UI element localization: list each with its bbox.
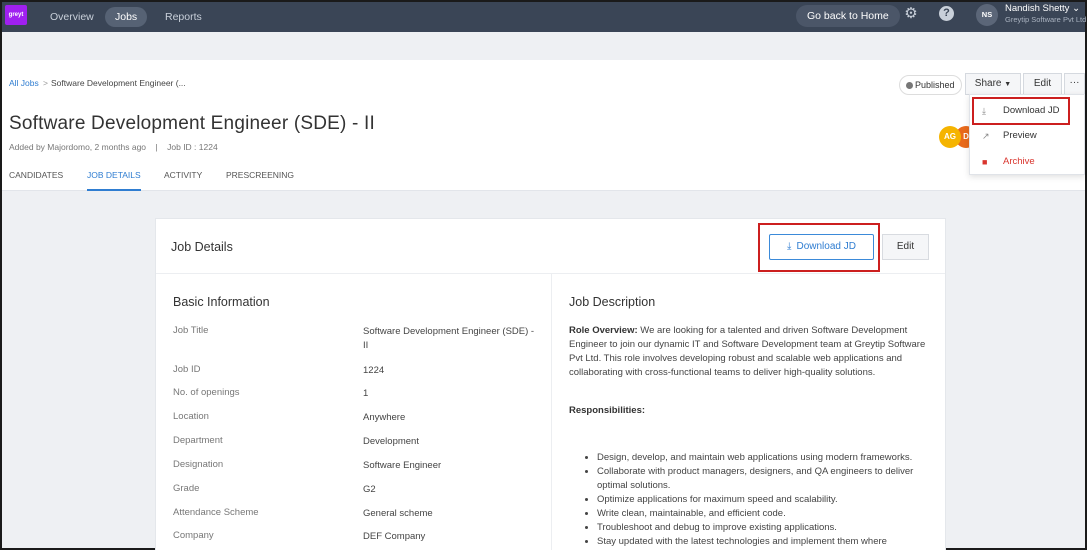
- caret-down-icon: ▼: [1004, 81, 1012, 88]
- job-header: All Jobs > Software Development Engineer…: [2, 60, 1085, 191]
- field-value: Software Development Engineer (SDE) - II: [363, 326, 535, 351]
- nav-overview[interactable]: Overview: [40, 7, 104, 27]
- status-badge[interactable]: Published: [899, 75, 962, 95]
- field-value: 1: [363, 388, 369, 399]
- list-item: Troubleshoot and debug to improve existi…: [597, 521, 927, 535]
- sub-bar: [2, 32, 1085, 60]
- field-label: Job ID: [173, 364, 201, 375]
- divider: [551, 274, 552, 550]
- user-name[interactable]: Nandish Shetty ⌄: [1005, 3, 1080, 14]
- tab-candidates[interactable]: CANDIDATES: [9, 170, 63, 191]
- nav-jobs[interactable]: Jobs: [105, 7, 148, 27]
- user-avatar[interactable]: NS: [976, 4, 998, 26]
- list-item: Collaborate with product managers, desig…: [597, 465, 927, 493]
- edit-details-button[interactable]: Edit: [882, 234, 929, 260]
- responsibilities-label: Responsibilities:: [569, 405, 646, 416]
- card-title: Job Details: [171, 240, 233, 254]
- field-value: Anywhere: [363, 412, 406, 423]
- field-value: G2: [363, 484, 376, 495]
- field-label: Designation: [173, 459, 224, 470]
- page-title: Software Development Engineer (SDE) - II: [9, 113, 375, 134]
- greytip-logo[interactable]: greyt: [5, 5, 27, 25]
- list-item: Write clean, maintainable, and efficient…: [597, 507, 927, 521]
- share-button[interactable]: Share ▼: [965, 73, 1021, 95]
- help-icon[interactable]: ?: [939, 6, 954, 21]
- menu-item-archive[interactable]: ■ Archive: [970, 150, 1086, 174]
- list-item: Optimize applications for maximum speed …: [597, 493, 927, 507]
- field-label: Company: [173, 530, 214, 541]
- field-label: No. of openings: [173, 387, 240, 398]
- tab-job-details[interactable]: JOB DETAILS: [87, 170, 141, 191]
- highlight-box: [972, 97, 1070, 125]
- avatar[interactable]: AG: [939, 126, 961, 148]
- field-value: Software Engineer: [363, 460, 442, 471]
- field-value: Development: [363, 436, 419, 447]
- list-item: Design, develop, and maintain web applic…: [597, 451, 927, 465]
- job-details-card: Job Details ⤓ Download JD Edit Basic Info…: [155, 218, 946, 550]
- go-back-home-button[interactable]: Go back to Home: [796, 5, 900, 27]
- role-overview-label: Role Overview:: [569, 325, 638, 336]
- archive-icon: ■: [982, 157, 988, 167]
- job-meta: Added by Majordomo, 2 months ago | Job I…: [9, 142, 218, 152]
- menu-item-preview[interactable]: ↗ Preview: [970, 124, 1086, 148]
- globe-icon: [906, 82, 913, 89]
- responsibilities-list: Design, develop, and maintain web applic…: [569, 451, 927, 549]
- field-label: Attendance Scheme: [173, 507, 259, 518]
- field-label: Department: [173, 435, 223, 446]
- breadcrumb-all-jobs[interactable]: All Jobs: [9, 78, 39, 88]
- gear-icon[interactable]: ⚙: [902, 5, 920, 23]
- list-item: Stay updated with the latest technologie…: [597, 535, 927, 549]
- field-value: 1224: [363, 365, 385, 376]
- job-description-title: Job Description: [569, 295, 656, 309]
- basic-info-title: Basic Information: [173, 295, 270, 309]
- download-jd-button[interactable]: ⤓ Download JD: [769, 234, 874, 260]
- breadcrumb-current: Software Development Engineer (...: [51, 78, 186, 88]
- tab-prescreening[interactable]: PRESCREENING: [226, 170, 294, 191]
- more-options-button[interactable]: ···: [1064, 73, 1085, 95]
- field-value: DEF Company: [363, 531, 426, 542]
- user-company: Greytip Software Pvt Ltd: [1005, 15, 1087, 24]
- nav-reports[interactable]: Reports: [155, 7, 212, 27]
- role-overview: Role Overview: We are looking for a tale…: [569, 324, 927, 380]
- top-navbar: greyt Overview Jobs Reports Go back to H…: [2, 2, 1087, 32]
- download-icon: ⤓: [787, 241, 792, 252]
- edit-job-button[interactable]: Edit: [1023, 73, 1062, 95]
- chevron-down-icon: ⌄: [1072, 3, 1081, 14]
- field-label: Location: [173, 411, 209, 422]
- field-value: General scheme: [363, 508, 433, 519]
- breadcrumb-separator: >: [43, 78, 48, 88]
- field-label: Job Title: [173, 325, 209, 336]
- external-link-icon: ↗: [982, 131, 990, 141]
- field-label: Grade: [173, 483, 200, 494]
- tab-activity[interactable]: ACTIVITY: [164, 170, 202, 191]
